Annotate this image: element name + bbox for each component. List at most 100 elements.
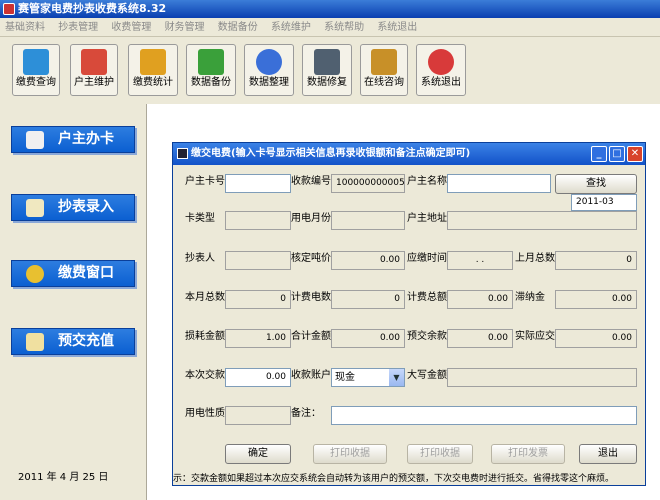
label-this-paid: 本次交款 <box>185 370 225 381</box>
label-meter-total: 计费总额 <box>407 292 447 303</box>
toolbar-payment-query-button[interactable]: 缴费查询 <box>12 44 60 96</box>
find-button[interactable]: 查找 <box>555 174 637 194</box>
card-no-input[interactable] <box>225 174 291 193</box>
account-select[interactable]: 现金 ▼ <box>331 368 405 387</box>
maximize-icon[interactable]: □ <box>609 146 625 162</box>
toolbar-payment-stats-button[interactable]: 缴费统计 <box>128 44 178 96</box>
label-account: 收款账户 <box>291 370 331 381</box>
app-icon <box>3 3 15 15</box>
meter-total-field: 0.00 <box>447 290 513 309</box>
loss-amount-field: 1.00 <box>225 329 291 348</box>
label-remark: 备注： <box>291 408 321 419</box>
sidebar-owner-card-button[interactable]: 户主办卡 <box>11 126 135 153</box>
menu-item-finance[interactable]: 财务管理 <box>160 19 210 37</box>
due-time-field: . . <box>447 251 513 270</box>
hint-text: 示：交款金额如果超过本次应交系统会自动转为该用户的预交额，下次交电费时进行抵交。… <box>173 474 615 484</box>
pie-chart-icon <box>256 49 282 75</box>
sum-amount-field: 0.00 <box>331 329 405 348</box>
label-card-type: 卡类型 <box>185 213 215 224</box>
confirm-button[interactable]: 确定 <box>225 444 291 464</box>
pencil-icon <box>26 333 44 351</box>
user-card-icon <box>26 131 44 149</box>
toolbar: 缴费查询 户主维护 缴费统计 数据备份 数据整理 数据修复 在线咨询 系统退出 <box>0 38 660 102</box>
chevron-down-icon[interactable]: ▼ <box>389 369 404 386</box>
backup-icon <box>198 49 224 75</box>
label-prepay-balance: 预交余款 <box>407 331 447 342</box>
menu-item-reading[interactable]: 抄表管理 <box>53 19 103 37</box>
menu-item-backup[interactable]: 数据备份 <box>213 19 263 37</box>
label-sum-amount: 合计金额 <box>291 331 331 342</box>
label-this-month-total: 本月总数 <box>185 292 225 303</box>
label-due-time: 应缴时间 <box>407 253 447 264</box>
menu-item-charging[interactable]: 收费管理 <box>106 19 156 37</box>
minimize-icon[interactable]: _ <box>591 146 607 162</box>
label-owner-address: 户主地址 <box>407 213 447 224</box>
toolbar-data-backup-button[interactable]: 数据备份 <box>186 44 236 96</box>
label-reader: 抄表人 <box>185 253 215 264</box>
label-last-month-total: 上月总数 <box>515 253 555 264</box>
notepad-icon <box>371 49 397 75</box>
sidebar-meter-entry-button[interactable]: 抄表录入 <box>11 194 135 221</box>
label-power-type: 用电性质 <box>185 408 225 419</box>
month-select-field[interactable]: 2011-03 <box>571 194 637 211</box>
actual-due-field: 0.00 <box>555 329 637 348</box>
toolbar-system-exit-button[interactable]: 系统退出 <box>416 44 466 96</box>
coins-icon <box>26 265 44 283</box>
upper-amount-field <box>447 368 637 387</box>
box-icon <box>140 49 166 75</box>
prepay-balance-field: 0.00 <box>447 329 513 348</box>
payment-dialog: 缴交电费(输入卡号显示相关信息再录收银额和备注点确定即可) _ □ ✕ 户主卡号… <box>172 142 646 486</box>
label-upper-amount: 大写金额 <box>407 370 447 381</box>
late-fee-field: 0.00 <box>555 290 637 309</box>
print-receipt-button[interactable]: 打印收据 <box>313 444 387 464</box>
label-actual-due: 实际应交 <box>515 331 555 342</box>
reader-field <box>225 251 291 270</box>
dialog-icon <box>177 148 188 159</box>
search-icon <box>23 49 49 75</box>
dialog-title: 缴交电费(输入卡号显示相关信息再录收银额和备注点确定即可) <box>191 148 471 159</box>
exit-button[interactable]: 退出 <box>579 444 637 464</box>
pen-icon <box>26 199 44 217</box>
menu-bar: 基础资料 抄表管理 收费管理 财务管理 数据备份 系统维护 系统帮助 系统退出 <box>0 19 660 37</box>
menu-item-help[interactable]: 系统帮助 <box>319 19 369 37</box>
meter-qty-field: 0 <box>331 290 405 309</box>
label-loss-amount: 损耗金额 <box>185 331 225 342</box>
label-late-fee: 滞纳金 <box>515 292 545 303</box>
toolbar-data-organize-button[interactable]: 数据整理 <box>244 44 294 96</box>
users-icon <box>81 49 107 75</box>
label-meter-qty: 计费电数 <box>291 292 331 303</box>
card-type-field <box>225 211 291 230</box>
app-title-bar: 赛管家电费抄表收费系统8.32 <box>0 0 660 18</box>
toolbar-online-help-button[interactable]: 在线咨询 <box>360 44 408 96</box>
close-icon[interactable]: ✕ <box>627 146 643 162</box>
label-receipt-no: 收款编号 <box>291 176 331 187</box>
label-power-month: 用电月份 <box>291 213 331 224</box>
remark-input[interactable] <box>331 406 637 425</box>
menu-item-maintenance[interactable]: 系统维护 <box>266 19 316 37</box>
this-paid-input[interactable]: 0.00 <box>225 368 291 387</box>
this-month-total-field: 0 <box>225 290 291 309</box>
menu-item-exit[interactable]: 系统退出 <box>372 19 422 37</box>
owner-address-field <box>447 211 637 230</box>
dialog-title-bar: 缴交电费(输入卡号显示相关信息再录收银额和备注点确定即可) _ □ ✕ <box>173 143 645 165</box>
print-invoice-button[interactable]: 打印发票 <box>491 444 565 464</box>
power-icon <box>428 49 454 75</box>
label-card-no: 户主卡号 <box>185 176 225 187</box>
power-month-field <box>331 211 405 230</box>
toolbar-data-repair-button[interactable]: 数据修复 <box>302 44 352 96</box>
menu-item-basic[interactable]: 基础资料 <box>0 19 50 37</box>
current-date: 2011 年 4 月 25 日 <box>18 472 109 483</box>
unit-price-field: 0.00 <box>331 251 405 270</box>
sidebar-prepay-button[interactable]: 预交充值 <box>11 328 135 355</box>
laptop-icon <box>314 49 340 75</box>
label-unit-price: 核定吨价 <box>291 253 331 264</box>
owner-name-input[interactable] <box>447 174 551 193</box>
receipt-no-field: 100000000005 <box>331 174 405 193</box>
app-title: 赛管家电费抄表收费系统8.32 <box>18 2 167 15</box>
sidebar-payment-window-button[interactable]: 缴费窗口 <box>11 260 135 287</box>
print-receipt-2-button[interactable]: 打印收据 <box>407 444 473 464</box>
toolbar-owner-maintain-button[interactable]: 户主维护 <box>70 44 118 96</box>
sidebar: 户主办卡 抄表录入 缴费窗口 预交充值 2011 年 4 月 25 日 <box>0 104 146 500</box>
power-type-field <box>225 406 291 425</box>
label-owner-name: 户主名称 <box>407 176 447 187</box>
